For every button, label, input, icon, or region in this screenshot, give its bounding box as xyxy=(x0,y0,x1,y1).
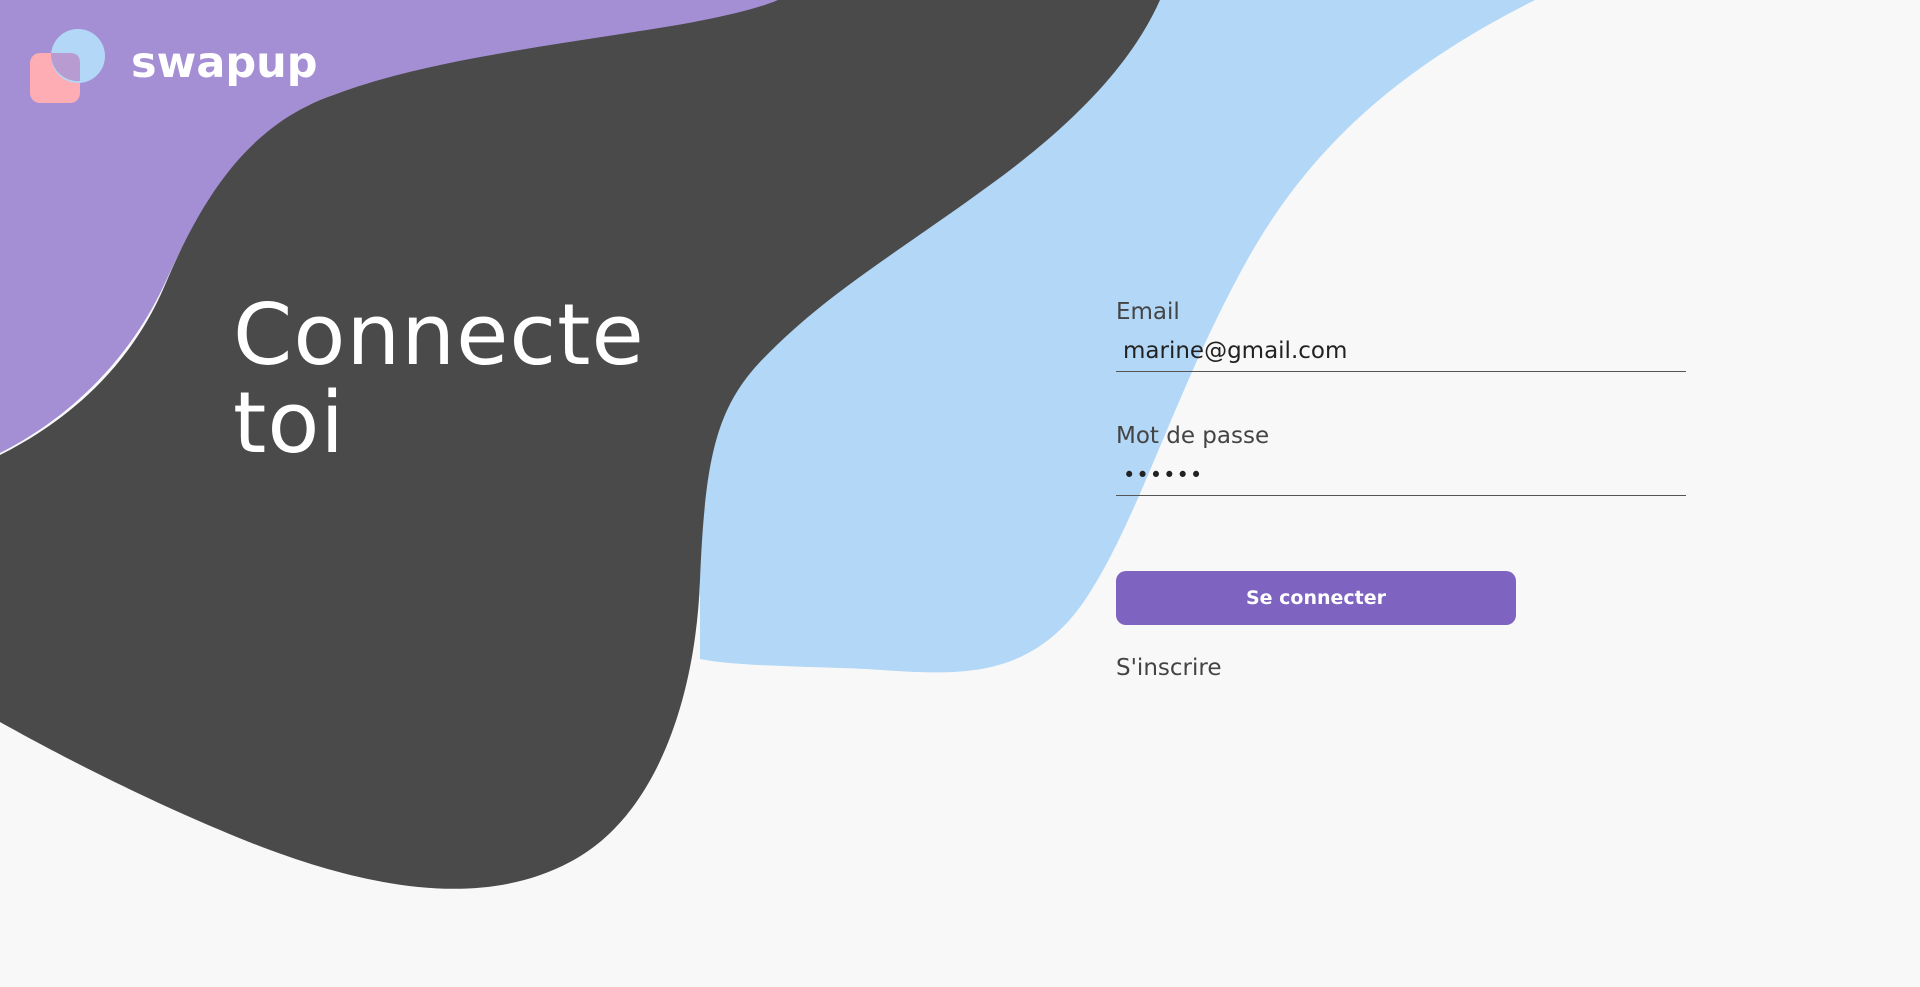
password-field-group: Mot de passe xyxy=(1116,421,1686,496)
page-title: Connecte toi xyxy=(233,292,753,468)
email-field-group: Email xyxy=(1116,297,1686,372)
email-field[interactable] xyxy=(1116,337,1686,372)
email-label: Email xyxy=(1116,299,1180,325)
swapup-logo-icon xyxy=(30,29,105,103)
login-page: swapup Connecte toi Email Mot de passe S… xyxy=(0,0,1920,987)
login-button[interactable]: Se connecter xyxy=(1116,571,1516,625)
page-title-line-1: Connecte xyxy=(233,286,645,385)
page-title-line-2: toi xyxy=(233,374,345,473)
brand-name: swapup xyxy=(131,38,318,88)
login-form: Email Mot de passe Se connecter S'inscri… xyxy=(1116,297,1686,681)
swapup-logo[interactable]: swapup xyxy=(30,29,318,105)
password-field[interactable] xyxy=(1116,461,1686,496)
password-label: Mot de passe xyxy=(1116,423,1270,449)
signup-link[interactable]: S'inscrire xyxy=(1116,655,1221,681)
